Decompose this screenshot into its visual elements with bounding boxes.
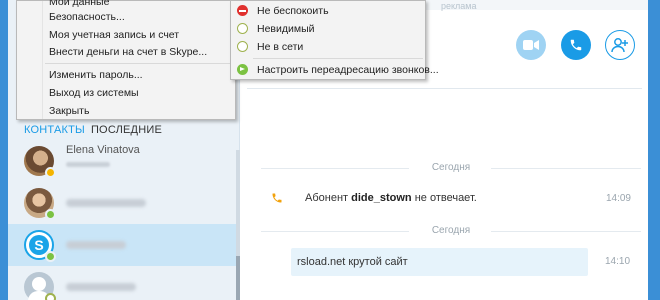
menu-item-account[interactable]: Моя учетная запись и счет bbox=[49, 29, 179, 41]
menu-separator bbox=[45, 63, 233, 64]
ad-label: реклама bbox=[441, 1, 477, 11]
message-bubble[interactable]: rsload.net крутой сайт bbox=[291, 248, 588, 276]
default-avatar-icon bbox=[32, 277, 46, 291]
contact-mood-blurred bbox=[66, 162, 110, 167]
phone-icon bbox=[271, 192, 287, 204]
offline-status-icon bbox=[237, 41, 248, 52]
contact-item-selected[interactable]: S bbox=[8, 224, 240, 266]
menu-separator bbox=[253, 58, 423, 59]
audio-call-button[interactable] bbox=[561, 30, 591, 60]
message-time: 14:10 bbox=[605, 256, 631, 267]
invisible-status-icon bbox=[237, 23, 248, 34]
contact-name-blurred bbox=[66, 241, 126, 249]
tab-recent[interactable]: ПОСЛЕДНИЕ bbox=[91, 124, 162, 136]
contact-list-scrollbar[interactable] bbox=[236, 150, 240, 300]
audio-call-icon bbox=[570, 39, 582, 51]
online-status-icon bbox=[45, 209, 56, 220]
menu-item-profile[interactable]: Мои данные bbox=[49, 0, 109, 8]
tab-contacts[interactable]: КОНТАКТЫ bbox=[24, 124, 85, 136]
add-person-icon bbox=[611, 38, 628, 53]
missed-call-text: Абонент dide_stown не отвечает. bbox=[305, 192, 477, 204]
menu-item-offline[interactable]: Не в сети bbox=[257, 41, 303, 53]
contact-list: Elena Vinatova S bbox=[8, 140, 240, 300]
skype-app-menu: Мои данные Безопасность... Моя учетная з… bbox=[16, 0, 236, 120]
day-separator-label: Сегодня bbox=[431, 162, 471, 173]
contact-item[interactable] bbox=[8, 266, 240, 300]
menu-item-sign-out[interactable]: Выход из системы bbox=[49, 87, 139, 99]
video-call-button[interactable] bbox=[516, 30, 546, 60]
avatar: S bbox=[24, 230, 56, 262]
contact-name: Elena Vinatova bbox=[66, 144, 140, 156]
contact-name-blurred bbox=[66, 283, 136, 291]
missed-call-suffix: не отвечает. bbox=[414, 192, 477, 204]
online-status-icon bbox=[45, 251, 56, 262]
video-call-icon bbox=[523, 40, 539, 50]
menu-item-close[interactable]: Закрыть bbox=[49, 105, 89, 117]
avatar bbox=[24, 272, 56, 300]
skype-window: КОНТАКТЫ ПОСЛЕДНИЕ Elena Vinatova S рекл… bbox=[8, 0, 648, 300]
call-forward-icon bbox=[237, 64, 248, 75]
missed-call-event: Абонент dide_stown не отвечает. 14:09 bbox=[271, 190, 631, 206]
contact-tabs: КОНТАКТЫ ПОСЛЕДНИЕ bbox=[24, 124, 162, 136]
missed-call-prefix: Абонент bbox=[305, 192, 349, 204]
day-separator-label: Сегодня bbox=[431, 225, 471, 236]
menu-item-security[interactable]: Безопасность... bbox=[49, 11, 125, 23]
do-not-disturb-icon bbox=[237, 5, 248, 16]
status-submenu: Не беспокоить Невидимый Не в сети Настро… bbox=[230, 0, 439, 80]
header-divider bbox=[247, 88, 642, 89]
missed-call-user: dide_stown bbox=[351, 192, 412, 204]
contact-item[interactable]: Elena Vinatova bbox=[8, 140, 240, 182]
add-participant-button[interactable] bbox=[605, 30, 635, 60]
menu-item-invisible[interactable]: Невидимый bbox=[257, 23, 315, 35]
away-status-icon bbox=[45, 167, 56, 178]
contact-name-blurred bbox=[66, 199, 146, 207]
missed-call-time: 14:09 bbox=[605, 192, 631, 204]
day-separator: Сегодня bbox=[261, 225, 641, 237]
menu-item-do-not-disturb[interactable]: Не беспокоить bbox=[257, 5, 329, 17]
day-separator: Сегодня bbox=[261, 162, 641, 174]
menu-item-add-credit[interactable]: Внести деньги на счет в Skype... bbox=[49, 46, 207, 58]
avatar bbox=[24, 188, 56, 220]
message-text: rsload.net крутой сайт bbox=[297, 256, 408, 268]
avatar bbox=[24, 146, 56, 178]
contact-item[interactable] bbox=[8, 182, 240, 224]
menu-item-change-password[interactable]: Изменить пароль... bbox=[49, 69, 143, 81]
scroll-thumb[interactable] bbox=[236, 256, 240, 300]
menu-item-call-forwarding[interactable]: Настроить переадресацию звонков... bbox=[257, 64, 439, 76]
offline-status-icon bbox=[45, 293, 56, 300]
